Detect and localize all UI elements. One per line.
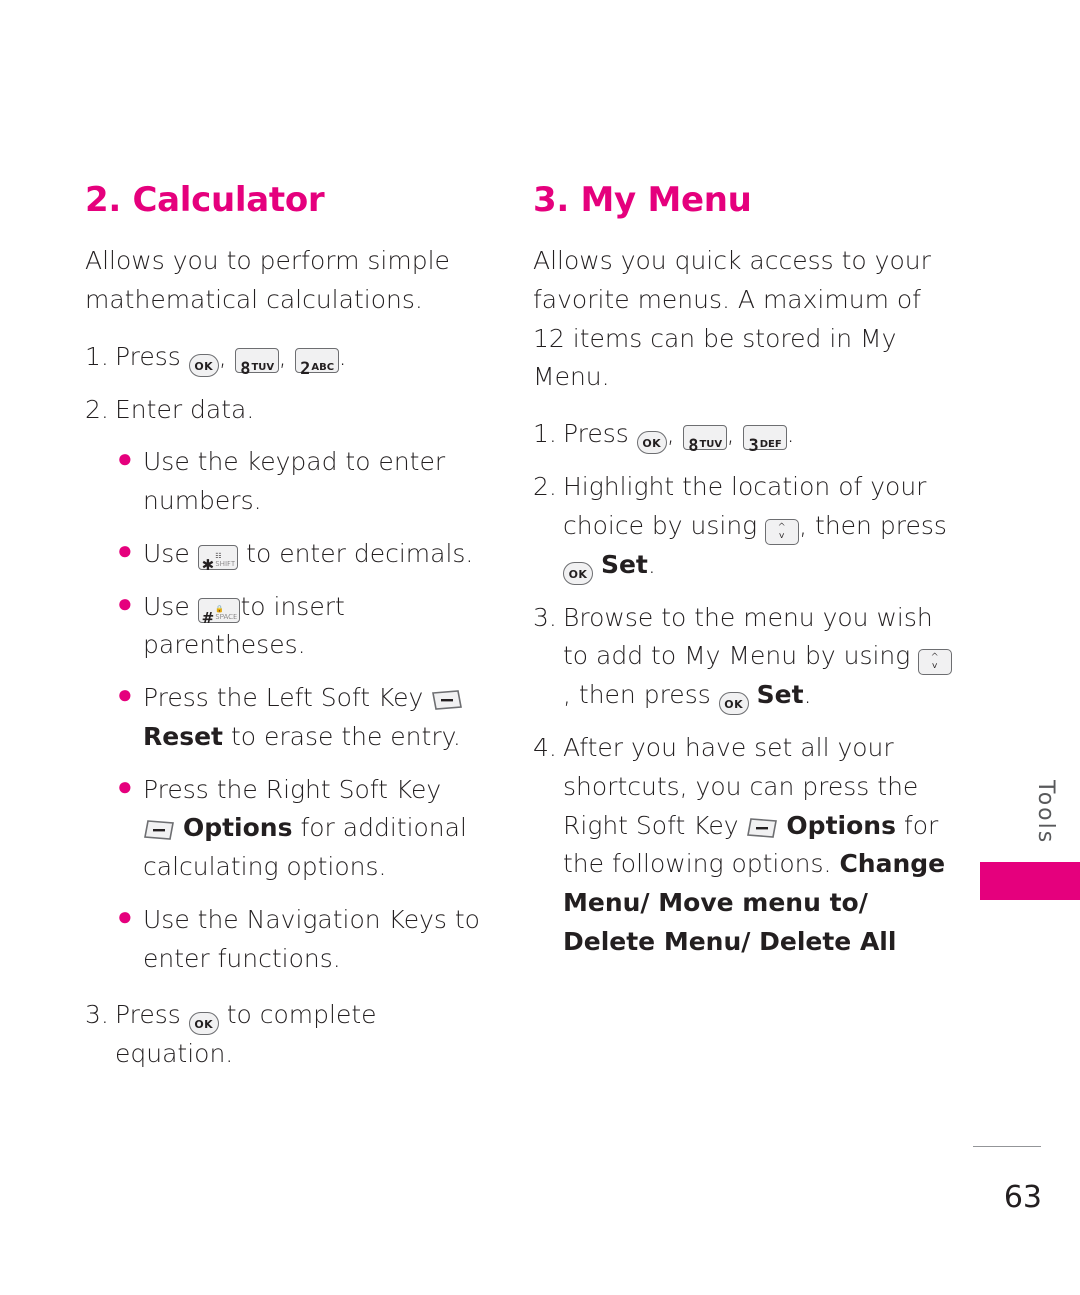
bullet-text-pre: Use: [143, 538, 190, 568]
step-number: 1.: [533, 419, 557, 448]
list-item: ● Use the keypad to enter numbers.: [85, 443, 485, 521]
bullet-dot-icon: ●: [117, 771, 133, 802]
step-text-post: .: [338, 341, 347, 371]
step-text-a: Browse to the menu you wish to add to My…: [563, 602, 933, 671]
step-text-b: , then press: [799, 510, 947, 540]
section-title-my-menu: 3. My Menu: [533, 180, 752, 220]
step-text-pre: Press: [115, 341, 181, 371]
bullet-text: Press the Right Soft Key Options for add…: [143, 771, 485, 887]
step-text-b: , then press: [563, 680, 711, 709]
step-text: Browse to the menu you wish to add to My…: [563, 599, 953, 715]
comma-1: ,: [666, 419, 675, 448]
bullet-text-pre: Use: [143, 591, 190, 621]
section-title-calculator: 2. Calculator: [85, 180, 325, 220]
bullet-dot-icon: ●: [117, 444, 133, 475]
side-tab-marker: [980, 862, 1080, 900]
step-number: 4.: [533, 733, 557, 762]
my-menu-step-1: 1. Press OK, 8TUV, 3DEF.: [533, 415, 953, 455]
ok-key-icon: OK: [188, 1012, 219, 1036]
calculator-intro: Allows you to perform simple mathematica…: [85, 246, 450, 314]
list-item: ● Use ✱☷ SHIFT to enter decimals.: [85, 535, 485, 574]
list-item: ● Press the Right Soft Key Options for a…: [85, 771, 485, 887]
left-column: 2. Calculator Allows you to perform simp…: [85, 180, 485, 1088]
bullet-dot-icon: ●: [117, 680, 133, 710]
step-text-end: .: [803, 680, 812, 709]
bullet-text-pre: Press the Left Soft Key: [143, 683, 424, 712]
bullet-text: Use #🔒 SPACE to insert parentheses.: [143, 588, 485, 666]
calculator-step-3: 3. Press OK to complete equation.: [85, 996, 485, 1074]
bullet-text-post: to erase the entry.: [230, 721, 461, 751]
navigation-key-icon: ^ ˅: [918, 649, 953, 676]
right-column: 3. My Menu Allows you quick access to yo…: [533, 180, 953, 976]
set-label: Set: [600, 549, 648, 579]
bullet-bold-label: Options: [182, 813, 293, 843]
bullet-text: Use the keypad to enter numbers.: [143, 447, 446, 515]
my-menu-step-3: 3. Browse to the menu you wish to add to…: [533, 599, 953, 715]
key-hash-space-icon: #🔒 SPACE: [197, 597, 241, 625]
calculator-step-1: 1. Press OK, 8TUV, 2ABC.: [85, 338, 485, 378]
step-number: 3.: [533, 602, 557, 632]
key-3-def-icon: 3DEF: [742, 425, 787, 455]
comma-2: ,: [278, 341, 287, 371]
page-number: 63: [1003, 1180, 1042, 1215]
step-text: After you have set all your shortcuts, y…: [563, 729, 953, 962]
step-number: 1.: [85, 341, 109, 371]
list-item: ● Use #🔒 SPACE to insert parentheses.: [85, 588, 485, 666]
step-text: Press OK to complete equation.: [115, 996, 485, 1074]
list-item: ● Press the Left Soft Key Reset to erase…: [85, 679, 485, 757]
bullet-text-pre: Press the Right Soft Key: [143, 774, 442, 804]
step-text: Press OK, 8TUV, 3DEF.: [563, 415, 953, 455]
list-item: ● Use the Navigation Keys to enter funct…: [85, 901, 485, 979]
bullet-bold-label: Reset: [143, 721, 223, 751]
step-text: Highlight the location of your choice by…: [563, 468, 953, 585]
step-text: Enter data.: [115, 394, 255, 424]
key-8-tuv-icon: 8TUV: [234, 347, 279, 377]
bullet-dot-icon: ●: [117, 535, 133, 566]
ok-key-icon: OK: [636, 431, 667, 454]
step-text-pre: Press: [115, 1000, 181, 1030]
my-menu-step-4: 4. After you have set all your shortcuts…: [533, 729, 953, 962]
ok-key-icon: OK: [563, 561, 593, 585]
calculator-step-2: 2. Enter data.: [85, 391, 485, 430]
bullet-text-post: to enter decimals.: [246, 538, 474, 568]
step-text-end: .: [647, 549, 656, 579]
bullet-text: Press the Left Soft Key Reset to erase t…: [143, 679, 485, 757]
bullet-text: Use the Navigation Keys to enter functio…: [143, 904, 480, 973]
step-text-post: .: [786, 419, 795, 448]
options-label: Options: [786, 810, 896, 840]
ok-key-icon: OK: [188, 353, 219, 377]
my-menu-step-2: 2. Highlight the location of your choice…: [533, 468, 953, 585]
set-label: Set: [756, 680, 804, 709]
step-number: 3.: [85, 1000, 109, 1030]
key-star-shift-icon: ✱☷ SHIFT: [197, 544, 239, 572]
step-number: 2.: [533, 472, 557, 501]
ok-key-icon: OK: [718, 692, 749, 715]
navigation-key-icon: ^ ˅: [765, 518, 800, 545]
manual-page: 2. Calculator Allows you to perform simp…: [0, 0, 1080, 1295]
step-text-pre: Press: [563, 419, 629, 448]
key-8-tuv-icon: 8TUV: [682, 425, 727, 455]
bullet-dot-icon: ●: [117, 588, 133, 619]
comma-1: ,: [218, 341, 227, 371]
bullet-dot-icon: ●: [117, 901, 133, 932]
key-2-abc-icon: 2ABC: [294, 347, 339, 377]
side-tab-label: Tools: [1033, 780, 1058, 845]
right-soft-key-icon: [746, 817, 778, 838]
step-text: Press OK, 8TUV, 2ABC.: [115, 338, 485, 378]
footer-divider: [973, 1146, 1041, 1147]
right-soft-key-icon: [143, 820, 175, 841]
step-number: 2.: [85, 394, 109, 424]
my-menu-intro: Allows you quick access to your favorite…: [533, 246, 931, 392]
comma-2: ,: [726, 419, 735, 448]
left-soft-key-icon: [431, 690, 463, 710]
bullet-text: Use ✱☷ SHIFT to enter decimals.: [143, 535, 485, 574]
